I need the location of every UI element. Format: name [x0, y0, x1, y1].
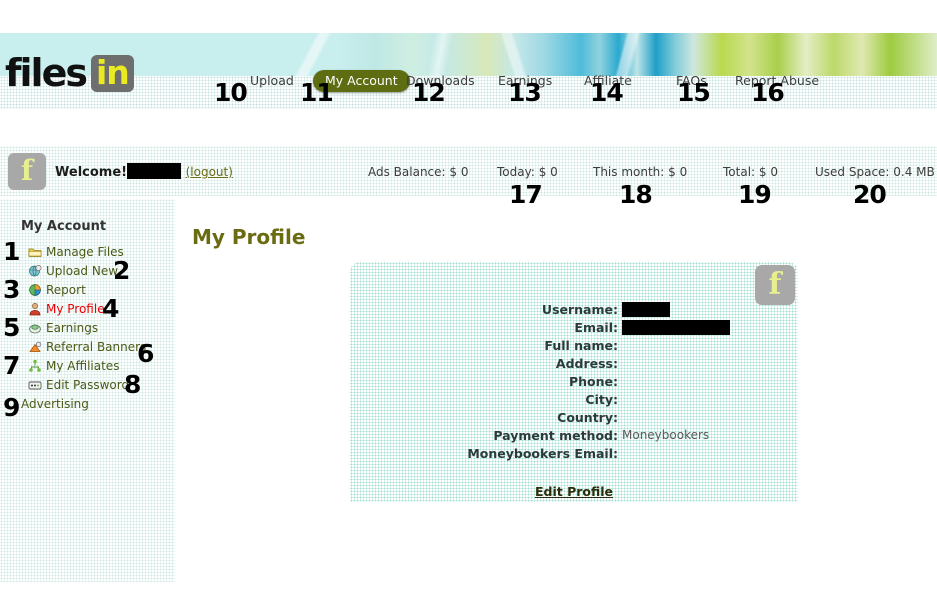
stat-today: Today: $ 0 — [497, 165, 558, 179]
coins-icon — [28, 321, 42, 335]
profile-row: Username: — [350, 302, 798, 320]
logout-link[interactable]: (logout) — [186, 165, 233, 179]
pie-icon — [28, 283, 42, 297]
facebook-avatar-icon: f — [8, 153, 46, 190]
profile-row: Email: — [350, 320, 798, 338]
sidebar-item-label: Edit Password — [46, 377, 130, 392]
annotation-number-12: 12 — [412, 78, 446, 107]
profile-field-label: Full name: — [544, 338, 618, 353]
annotation-number-2: 2 — [113, 256, 130, 285]
network-icon — [28, 359, 42, 373]
redacted-value — [622, 302, 670, 317]
sidebar-item-report[interactable]: Report — [28, 281, 86, 298]
annotation-number-16: 16 — [751, 78, 785, 107]
stat-ads-balance: Ads Balance: $ 0 — [368, 165, 469, 179]
profile-field-value: Moneybookers — [622, 428, 710, 442]
sidebar-heading: My Account — [21, 219, 107, 234]
annotation-number-18: 18 — [619, 180, 653, 209]
sidebar-item-label: Earnings — [46, 320, 99, 335]
profile-row: Full name: — [350, 338, 798, 356]
sidebar-item-label: Advertising — [21, 396, 89, 411]
profile-field-label: City: — [585, 392, 618, 407]
profile-row: Address: — [350, 356, 798, 374]
sidebar-item-label: Report — [46, 282, 86, 297]
profile-row: Payment method: Moneybookers — [350, 428, 798, 446]
annotation-number-15: 15 — [677, 78, 711, 107]
profile-field-label: Address: — [555, 356, 618, 371]
profile-field-label: Moneybookers Email: — [467, 446, 618, 461]
banner-icon — [28, 340, 42, 354]
nav-item-upload[interactable]: Upload — [250, 70, 294, 92]
stat-total: Total: $ 0 — [723, 165, 778, 179]
logo-badge: in — [90, 54, 134, 92]
sidebar-item-label: Referral Banners — [46, 339, 147, 354]
welcome-label: Welcome! — [55, 165, 128, 180]
sidebar-item-label: My Affiliates — [46, 358, 120, 373]
page-title: My Profile — [192, 225, 306, 249]
facebook-panel-icon: f — [755, 265, 795, 305]
annotation-number-6: 6 — [137, 339, 154, 368]
profile-field-value — [622, 302, 670, 317]
sidebar-item-my-affiliates[interactable]: My Affiliates — [28, 357, 119, 374]
edit-profile-link[interactable]: Edit Profile — [350, 484, 798, 499]
annotation-number-8: 8 — [124, 370, 141, 399]
profile-field-value — [622, 320, 730, 335]
annotation-number-10: 10 — [214, 78, 248, 107]
annotation-number-14: 14 — [590, 78, 624, 107]
profile-row: Country: — [350, 410, 798, 428]
annotation-number-19: 19 — [738, 180, 772, 209]
annotation-number-4: 4 — [102, 294, 119, 323]
stat-this-month: This month: $ 0 — [593, 165, 688, 179]
profile-field-label: Payment method: — [493, 428, 618, 443]
annotation-number-7: 7 — [3, 351, 20, 380]
annotation-number-11: 11 — [300, 78, 334, 107]
page-root: files in Upload My Account Downloads Earnin… — [0, 0, 937, 591]
profile-field-label: Phone: — [568, 374, 618, 389]
profile-row: Phone: — [350, 374, 798, 392]
sidebar-item-manage-files[interactable]: Manage Files — [28, 243, 124, 260]
sidebar-item-upload-new[interactable]: Upload New — [28, 262, 118, 279]
annotation-number-20: 20 — [853, 180, 887, 209]
sidebar-item-referral-banners[interactable]: Referral Banners — [28, 338, 146, 355]
top-whitespace — [0, 0, 937, 33]
sidebar-item-label: Upload New — [46, 263, 119, 278]
profile-row: City: — [350, 392, 798, 410]
sidebar-item-label: My Profile — [46, 301, 105, 316]
annotation-number-5: 5 — [3, 313, 20, 342]
profile-field-label: Email: — [574, 320, 618, 335]
annotation-number-3: 3 — [3, 275, 20, 304]
redacted-username — [127, 163, 182, 179]
annotation-number-13: 13 — [508, 78, 542, 107]
site-logo[interactable]: files in — [5, 52, 134, 94]
profile-field-label: Country: — [557, 410, 618, 425]
sidebar-item-edit-password[interactable]: Edit Password — [28, 376, 129, 393]
profile-row: Moneybookers Email: — [350, 446, 798, 464]
profile-panel: f Username: Email: Full name: Address: Phone… — [350, 262, 798, 502]
annotation-number-9: 9 — [3, 393, 20, 422]
redacted-value — [622, 320, 730, 335]
sidebar-item-earnings[interactable]: Earnings — [28, 319, 98, 336]
sidebar-item-advertising[interactable]: Advertising — [21, 395, 89, 412]
stat-used-space: Used Space: 0.4 MB — [815, 165, 935, 179]
profile-field-label: Username: — [541, 302, 618, 317]
folder-icon — [28, 245, 42, 259]
sidebar-item-my-profile[interactable]: My Profile — [28, 300, 105, 317]
globe-icon — [28, 264, 42, 278]
password-icon — [28, 378, 42, 392]
annotation-number-17: 17 — [509, 180, 543, 209]
annotation-number-1: 1 — [3, 237, 20, 266]
logo-text: files — [5, 51, 88, 95]
welcome-text: Welcome! (logout) — [55, 163, 233, 180]
person-icon — [28, 302, 42, 316]
